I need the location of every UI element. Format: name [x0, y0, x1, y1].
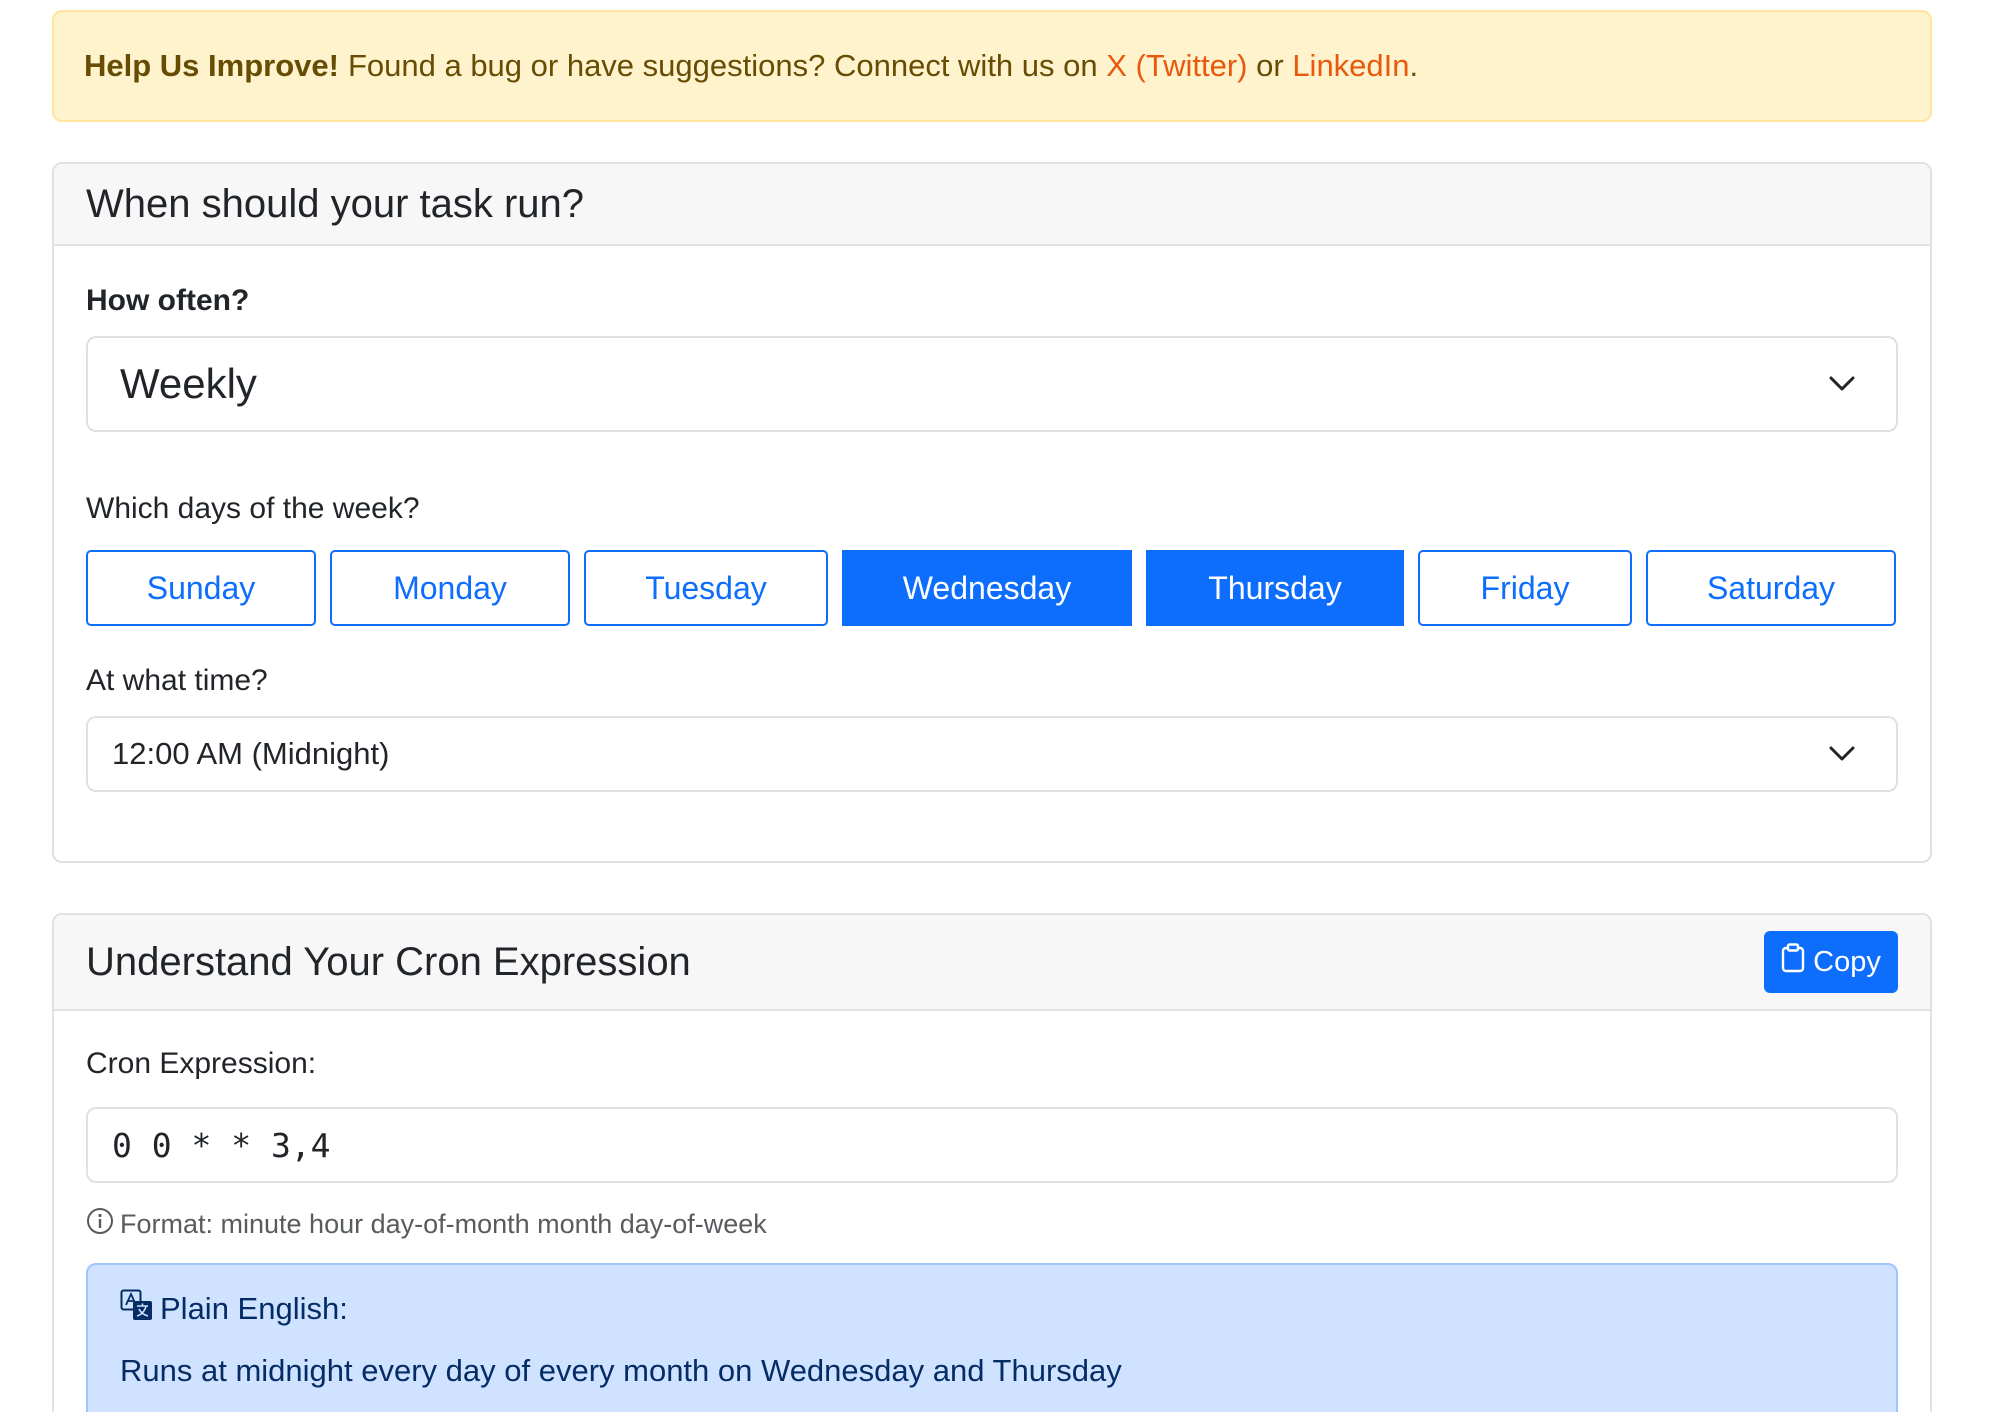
frequency-select[interactable]: Weekly — [86, 336, 1898, 432]
day-button-tuesday[interactable]: Tuesday — [584, 550, 828, 626]
main-container: Help Us Improve! Found a bug or have sug… — [52, 10, 1932, 1412]
banner-strong: Help Us Improve! — [84, 48, 339, 83]
chevron-down-icon — [1826, 738, 1858, 770]
translate-icon — [120, 1289, 154, 1329]
info-circle-icon — [86, 1207, 114, 1242]
cron-expression-label: Cron Expression: — [86, 1047, 317, 1080]
time-select[interactable]: 12:00 AM (Midnight) — [86, 716, 1898, 792]
day-button-saturday[interactable]: Saturday — [1646, 550, 1896, 626]
days-button-group: Sunday Monday Tuesday Wednesday Thursday… — [86, 550, 1896, 626]
linkedin-link[interactable]: LinkedIn — [1292, 48, 1409, 84]
frequency-label: How often? — [86, 284, 250, 317]
day-button-thursday[interactable]: Thursday — [1146, 550, 1404, 626]
time-label: At what time? — [86, 664, 268, 697]
cron-card-header: Understand Your Cron Expression Copy — [54, 915, 1930, 1011]
day-button-wednesday[interactable]: Wednesday — [842, 550, 1132, 626]
plain-english-label: Plain English: — [160, 1291, 348, 1326]
schedule-card: When should your task run? How often? We… — [52, 162, 1932, 863]
twitter-link[interactable]: X (Twitter) — [1106, 48, 1247, 84]
frequency-value: Weekly — [120, 360, 257, 407]
cron-card: Understand Your Cron Expression Copy Cro… — [52, 913, 1932, 1412]
plain-english-text: Runs at midnight every day of every mont… — [120, 1353, 1122, 1388]
cron-expression-value: 0 0 * * 3,4 — [112, 1125, 331, 1165]
plain-english-title: Plain English: — [120, 1289, 1864, 1329]
day-button-sunday[interactable]: Sunday — [86, 550, 316, 626]
banner-text: Found a bug or have suggestions? Connect… — [347, 48, 1098, 83]
copy-button[interactable]: Copy — [1764, 931, 1898, 993]
schedule-title: When should your task run? — [86, 181, 585, 226]
banner-or: or — [1256, 48, 1284, 83]
banner-end: . — [1409, 48, 1419, 83]
day-button-monday[interactable]: Monday — [330, 550, 570, 626]
plain-english-box: Plain English: Runs at midnight every da… — [86, 1263, 1898, 1412]
format-hint-text: Format: minute hour day-of-month month d… — [120, 1209, 767, 1239]
clipboard-icon — [1781, 943, 1805, 981]
days-label: Which days of the week? — [86, 492, 420, 525]
page: Help Us Improve! Found a bug or have sug… — [0, 0, 2004, 1412]
time-value: 12:00 AM (Midnight) — [112, 736, 390, 771]
format-hint: Format: minute hour day-of-month month d… — [86, 1207, 767, 1242]
schedule-card-header: When should your task run? — [54, 164, 1930, 246]
cron-expression-field[interactable]: 0 0 * * 3,4 — [86, 1107, 1898, 1183]
cron-title: Understand Your Cron Expression — [86, 939, 691, 984]
feedback-banner: Help Us Improve! Found a bug or have sug… — [52, 10, 1932, 122]
copy-button-label: Copy — [1813, 945, 1881, 978]
day-button-friday[interactable]: Friday — [1418, 550, 1632, 626]
chevron-down-icon — [1826, 368, 1858, 400]
